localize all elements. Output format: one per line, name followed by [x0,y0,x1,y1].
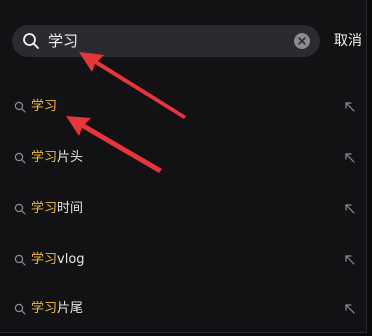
suggestion-item[interactable]: 学习 [0,90,366,126]
cancel-button[interactable]: 取消 [334,32,362,50]
suggestion-rest: 片尾 [57,301,84,316]
search-icon [14,254,26,266]
suggestion-label: 学习时间 [31,200,83,218]
suggestion-highlight: 学习 [31,252,58,267]
suggestion-item[interactable]: 学习vlog [0,243,366,279]
search-icon [14,303,26,315]
suggestion-label: 学习片头 [31,149,83,167]
suggestion-highlight: 学习 [31,99,58,114]
suggestion-highlight: 学习 [31,150,58,165]
suggestion-item[interactable]: 学习片尾 [0,292,366,328]
fill-query-arrow-icon[interactable] [344,101,356,113]
suggestion-highlight: 学习 [31,301,58,316]
suggestion-label: 学习片尾 [31,300,83,318]
suggestion-rest: vlog [57,252,85,267]
search-icon [23,33,39,49]
fill-query-arrow-icon[interactable] [344,152,356,164]
suggestion-item[interactable]: 学习片头 [0,141,366,177]
search-query-text: 学习 [48,32,79,50]
clear-icon[interactable] [294,33,310,49]
fill-query-arrow-icon[interactable] [344,254,356,266]
search-icon [14,152,26,164]
fill-query-arrow-icon[interactable] [344,203,356,215]
search-icon [14,101,26,113]
suggestion-label: 学习vlog [31,251,85,269]
suggestion-item[interactable]: 学习时间 [0,192,366,228]
suggestion-label: 学习 [31,98,57,116]
suggestion-highlight: 学习 [31,201,58,216]
search-icon [14,203,26,215]
search-input[interactable]: 学习 [12,25,320,57]
fill-query-arrow-icon[interactable] [344,303,356,315]
suggestion-rest: 片头 [57,150,84,165]
suggestion-rest: 时间 [57,201,84,216]
search-panel: 学习 取消 学习 学习片头 学习时间 学习vlog 学习片尾 [0,0,367,333]
